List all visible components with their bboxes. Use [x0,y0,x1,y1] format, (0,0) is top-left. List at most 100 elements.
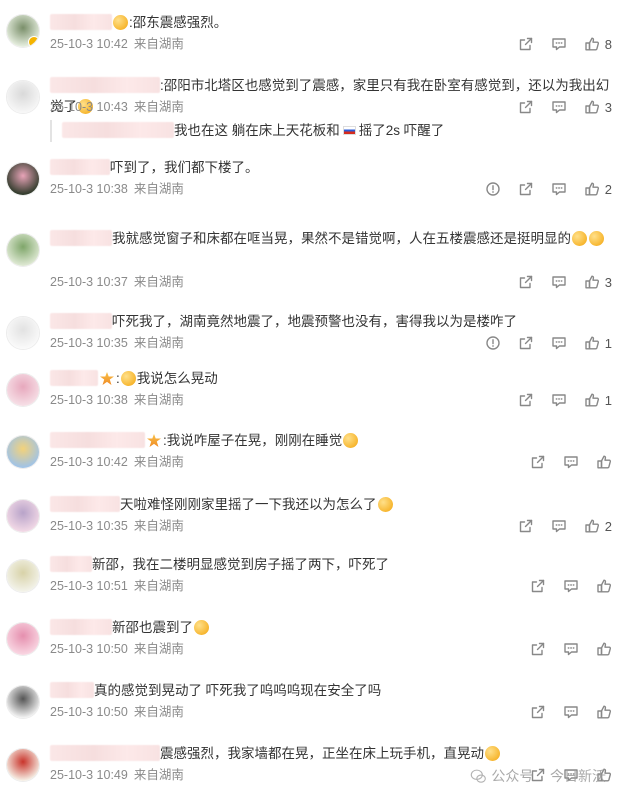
comment-text: 我就感觉窗子和床都在哐当晃，果然不是错觉啊，人在五楼震感还是挺明显的 [112,231,571,246]
comment-location: 来自湖南 [133,579,184,593]
report-icon [485,335,501,351]
reply-button[interactable] [563,454,579,470]
comment-text-line: 天啦难怪刚刚家里摇了一下我还以为怎么了 [50,494,612,515]
reply-button[interactable] [551,274,567,290]
reply-button[interactable] [551,36,567,52]
share-button[interactable] [530,454,546,470]
avatar[interactable] [6,499,40,533]
emoji-icon [377,497,393,512]
username-redacted[interactable] [50,77,160,93]
share-icon [530,704,546,720]
avatar-image [7,500,39,532]
comment-actions: 3 [501,98,612,116]
avatar[interactable] [6,80,40,114]
username-redacted[interactable] [50,496,120,512]
comment-meta: 25-10-3 10:42 来自湖南 [50,36,190,52]
avatar[interactable] [6,316,40,350]
comment-actions [513,703,612,721]
avatar[interactable] [6,233,40,267]
username-redacted[interactable] [50,14,112,30]
share-button[interactable] [518,36,534,52]
like-button[interactable]: 3 [584,274,612,290]
comment-text-line: 吓到了，我们都下楼了。 [50,157,612,178]
reply-button[interactable] [563,641,579,657]
reply-button[interactable] [563,704,579,720]
avatar[interactable] [6,373,40,407]
comment-icon [551,392,567,408]
username-redacted[interactable] [50,619,112,635]
emoji-icon [113,15,128,30]
reply-button[interactable] [563,578,579,594]
like-button[interactable]: 1 [584,392,612,408]
avatar[interactable] [6,435,40,469]
avatar-image [7,374,39,406]
comment-text-line: :我说咋屋子在晃，刚刚在睡觉 [50,430,612,451]
like-button[interactable]: 3 [584,99,612,115]
username-redacted[interactable] [50,230,112,246]
username-redacted[interactable] [50,682,94,698]
comment-actions: 2 [501,517,612,535]
username-redacted[interactable] [50,745,160,761]
share-button[interactable] [518,335,534,351]
username-redacted[interactable] [50,313,112,329]
avatar[interactable] [6,162,40,196]
like-button[interactable] [596,704,612,720]
avatar[interactable] [6,685,40,719]
like-button[interactable]: 8 [584,36,612,52]
username-redacted[interactable] [50,370,98,386]
share-button[interactable] [518,181,534,197]
reply-button[interactable] [551,518,567,534]
username-redacted[interactable] [50,556,92,572]
like-button[interactable]: 2 [584,181,612,197]
username-redacted[interactable] [50,432,145,448]
share-icon [518,335,534,351]
reply-button[interactable] [551,99,567,115]
comment-icon [551,335,567,351]
comment-icon [563,704,579,720]
avatar-image [7,317,39,349]
like-button[interactable] [596,454,612,470]
share-button[interactable] [518,274,534,290]
reply-username-redacted[interactable] [62,122,174,138]
share-icon [518,392,534,408]
comment-meta: 25-10-3 10:35 来自湖南 [50,518,190,534]
like-count: 3 [604,274,612,290]
comment-actions: 1 [468,334,612,352]
comment-text: 新邵，我在二楼明显感觉到房子摇了两下，吓死了 [92,557,389,572]
share-button[interactable] [518,518,534,534]
fan-badge-icon [147,434,161,447]
share-button[interactable] [530,641,546,657]
reply-button[interactable] [551,392,567,408]
avatar[interactable] [6,622,40,656]
reply-button[interactable] [551,335,567,351]
comment-text: 震感强烈，我家墙都在晃，正坐在床上玩手机，直晃动 [160,746,484,761]
reply-button[interactable] [551,181,567,197]
comment-text-line: 我就感觉窗子和床都在哐当晃，果然不是错觉啊，人在五楼震感还是挺明显的 [50,228,612,249]
nested-reply[interactable]: 我也在这 躺在床上天花板和 摇了2s 吓醒了 [50,120,444,142]
report-button[interactable] [485,181,501,197]
like-button[interactable]: 2 [584,518,612,534]
like-button[interactable]: 1 [584,335,612,351]
like-button[interactable] [596,641,612,657]
share-button[interactable] [530,578,546,594]
avatar[interactable] [6,748,40,782]
comment-meta: 25-10-3 10:38 来自湖南 [50,392,190,408]
like-icon [584,99,600,115]
reply-text-end: 摇了2s 吓醒了 [358,123,445,138]
comment-text-line: 吓死我了，湖南竟然地震了，地震预警也没有，害得我以为是楼咋了 [50,311,612,332]
comment-meta: 25-10-3 10:42 来自湖南 [50,454,190,470]
share-button[interactable] [530,704,546,720]
username-redacted[interactable] [50,159,110,175]
report-icon [485,181,501,197]
share-button[interactable] [518,392,534,408]
report-button[interactable] [485,335,501,351]
comment-location: 来自湖南 [133,336,184,350]
avatar[interactable] [6,559,40,593]
like-count: 8 [604,36,612,52]
avatar-image [7,686,39,718]
comment-icon [563,578,579,594]
like-button[interactable] [596,578,612,594]
comment-actions [513,577,612,595]
share-button[interactable] [518,99,534,115]
avatar[interactable] [6,14,40,48]
